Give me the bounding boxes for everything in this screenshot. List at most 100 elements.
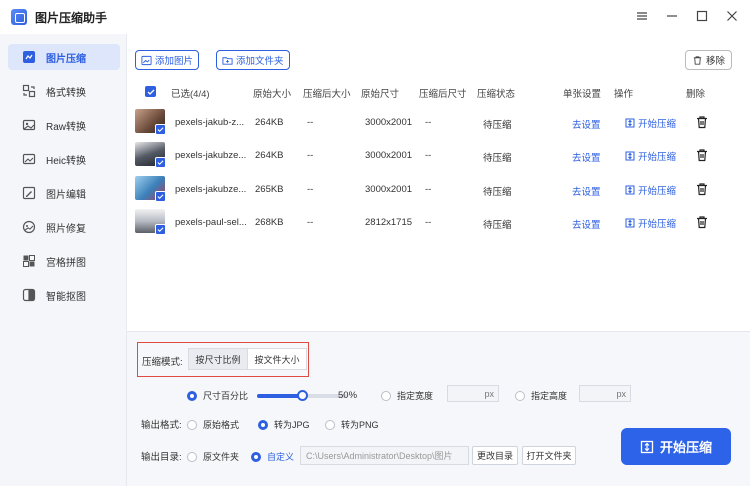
sidebar-item-heic[interactable]: Heic转换 xyxy=(8,146,120,172)
table-row[interactable]: pexels-jakub-z... 264KB -- 3000x2001 -- … xyxy=(135,106,741,139)
original-dims: 3000x2001 xyxy=(365,184,413,195)
start-compress-link[interactable]: 开始压缩 xyxy=(625,183,676,197)
start-compress-all-label: 开始压缩 xyxy=(659,440,712,455)
mode-by-filesize-button[interactable]: 按文件大小 xyxy=(247,348,307,370)
start-compress-link[interactable]: 开始压缩 xyxy=(625,216,676,230)
dir-original-option[interactable]: 原文件夹 xyxy=(187,450,239,463)
main-panel: 添加图片 添加文件夹 移除 已选(4/4) 原始大小 压缩后大小 原始尺寸 压缩… xyxy=(126,34,750,486)
slider-handle[interactable] xyxy=(297,390,308,401)
table-row[interactable]: pexels-jakubze... 265KB -- 3000x2001 -- … xyxy=(135,173,741,206)
table-row[interactable]: pexels-jakubze... 264KB -- 3000x2001 -- … xyxy=(135,139,741,172)
sidebar-item-repair[interactable]: 照片修复 xyxy=(8,214,120,240)
original-size: 264KB xyxy=(255,117,284,128)
dir-custom-radio[interactable] xyxy=(251,451,261,462)
compress-icon xyxy=(22,50,36,64)
compressed-dims: -- xyxy=(425,184,432,195)
format-original-option[interactable]: 原始格式 xyxy=(187,418,239,431)
format-png-option[interactable]: 转为PNG xyxy=(325,418,379,431)
size-percent-slider[interactable] xyxy=(257,390,347,401)
header-original-dims: 原始尺寸 xyxy=(361,89,400,100)
settings-link[interactable]: 去设置 xyxy=(572,117,601,131)
fixed-width-input[interactable]: px xyxy=(447,385,499,402)
row-checkbox[interactable] xyxy=(155,124,166,135)
sidebar-item-convert[interactable]: 格式转换 xyxy=(8,78,120,104)
compressed-size: -- xyxy=(307,184,314,195)
fixed-height-radio[interactable] xyxy=(515,390,525,401)
format-jpg-radio[interactable] xyxy=(258,419,268,430)
change-dir-button[interactable]: 更改目录 xyxy=(472,446,518,465)
trash-icon[interactable] xyxy=(695,182,709,196)
header-status: 压缩状态 xyxy=(477,89,516,100)
status: 待压缩 xyxy=(483,187,512,198)
remove-button[interactable]: 移除 xyxy=(684,50,732,70)
select-all-checkbox[interactable] xyxy=(145,86,156,97)
size-percent-value: 50% xyxy=(338,390,358,401)
start-compress-all-button[interactable]: 开始压缩 xyxy=(621,428,731,465)
file-name: pexels-paul-sel... xyxy=(175,217,247,228)
repair-icon xyxy=(22,220,36,234)
close-icon[interactable] xyxy=(724,8,740,24)
settings-panel: 压缩模式: 按尺寸比例 按文件大小 尺寸百分比 50% 指定宽度 px 指定高度… xyxy=(127,331,750,486)
open-folder-button[interactable]: 打开文件夹 xyxy=(522,446,576,465)
output-path-input[interactable]: C:\Users\Administrator\Desktop\图片 xyxy=(300,446,469,465)
menu-icon[interactable] xyxy=(634,8,650,24)
fixed-width-option[interactable]: 指定宽度 xyxy=(381,389,433,402)
row-checkbox[interactable] xyxy=(155,157,166,168)
format-png-radio[interactable] xyxy=(325,419,335,430)
edit-icon xyxy=(22,186,36,200)
add-image-button[interactable]: 添加图片 xyxy=(135,50,200,70)
trash-icon[interactable] xyxy=(695,115,709,129)
table-row[interactable]: pexels-paul-sel... 268KB -- 2812x1715 --… xyxy=(135,206,741,239)
dir-original-label: 原文件夹 xyxy=(203,452,240,462)
compress-mode-group: 压缩模式: 按尺寸比例 按文件大小 xyxy=(137,342,309,377)
sidebar-item-raw[interactable]: Raw转换 xyxy=(8,112,120,138)
file-name: pexels-jakub-z... xyxy=(175,117,245,128)
fixed-height-input[interactable]: px xyxy=(579,385,631,402)
app-title: 图片压缩助手 xyxy=(35,10,108,25)
fixed-height-label: 指定高度 xyxy=(531,391,568,401)
sidebar-item-compress[interactable]: 图片压缩 xyxy=(8,44,120,70)
header-compressed-dims: 压缩后尺寸 xyxy=(419,89,467,100)
remove-icon xyxy=(693,55,702,65)
original-size: 264KB xyxy=(255,150,284,161)
dir-custom-label: 自定义 xyxy=(267,452,295,462)
settings-link[interactable]: 去设置 xyxy=(572,184,601,198)
add-folder-label: 添加文件夹 xyxy=(236,56,284,67)
sidebar-item-grid[interactable]: 宫格拼图 xyxy=(8,248,120,274)
sidebar: 图片压缩 格式转换 Raw转换 Heic转换 图片编辑 照片修复 宫格拼图 智能… xyxy=(0,34,126,486)
dir-custom-option[interactable]: 自定义 xyxy=(251,450,294,463)
maximize-icon[interactable] xyxy=(694,8,710,24)
start-compress-label: 开始压缩 xyxy=(638,219,677,230)
fixed-width-radio[interactable] xyxy=(381,390,391,401)
start-compress-link[interactable]: 开始压缩 xyxy=(625,149,676,163)
width-unit: px xyxy=(484,388,494,399)
compressed-dims: -- xyxy=(425,150,432,161)
trash-icon[interactable] xyxy=(695,215,709,229)
add-image-icon xyxy=(141,55,152,65)
format-original-radio[interactable] xyxy=(187,419,197,430)
row-checkbox[interactable] xyxy=(155,224,166,235)
file-name: pexels-jakubze... xyxy=(175,184,247,195)
row-checkbox[interactable] xyxy=(155,191,166,202)
compress-all-icon xyxy=(640,440,654,453)
header-compressed-size: 压缩后大小 xyxy=(303,89,351,100)
dir-original-radio[interactable] xyxy=(187,451,197,462)
cutout-icon xyxy=(22,288,36,302)
start-compress-link[interactable]: 开始压缩 xyxy=(625,116,676,130)
format-original-label: 原始格式 xyxy=(203,420,240,430)
size-percent-option[interactable]: 尺寸百分比 xyxy=(187,389,248,402)
add-folder-icon xyxy=(222,56,233,65)
size-percent-radio[interactable] xyxy=(187,390,197,401)
sidebar-item-cutout[interactable]: 智能抠图 xyxy=(8,282,120,308)
settings-link[interactable]: 去设置 xyxy=(572,217,601,231)
mode-by-dimension-button[interactable]: 按尺寸比例 xyxy=(188,348,248,370)
add-folder-button[interactable]: 添加文件夹 xyxy=(216,50,290,70)
sidebar-item-label: 宫格拼图 xyxy=(46,257,86,269)
minimize-icon[interactable] xyxy=(664,8,680,24)
app-logo-icon xyxy=(11,9,27,25)
settings-link[interactable]: 去设置 xyxy=(572,150,601,164)
fixed-height-option[interactable]: 指定高度 xyxy=(515,389,567,402)
format-jpg-option[interactable]: 转为JPG xyxy=(258,418,310,431)
trash-icon[interactable] xyxy=(695,148,709,162)
sidebar-item-edit[interactable]: 图片编辑 xyxy=(8,180,120,206)
